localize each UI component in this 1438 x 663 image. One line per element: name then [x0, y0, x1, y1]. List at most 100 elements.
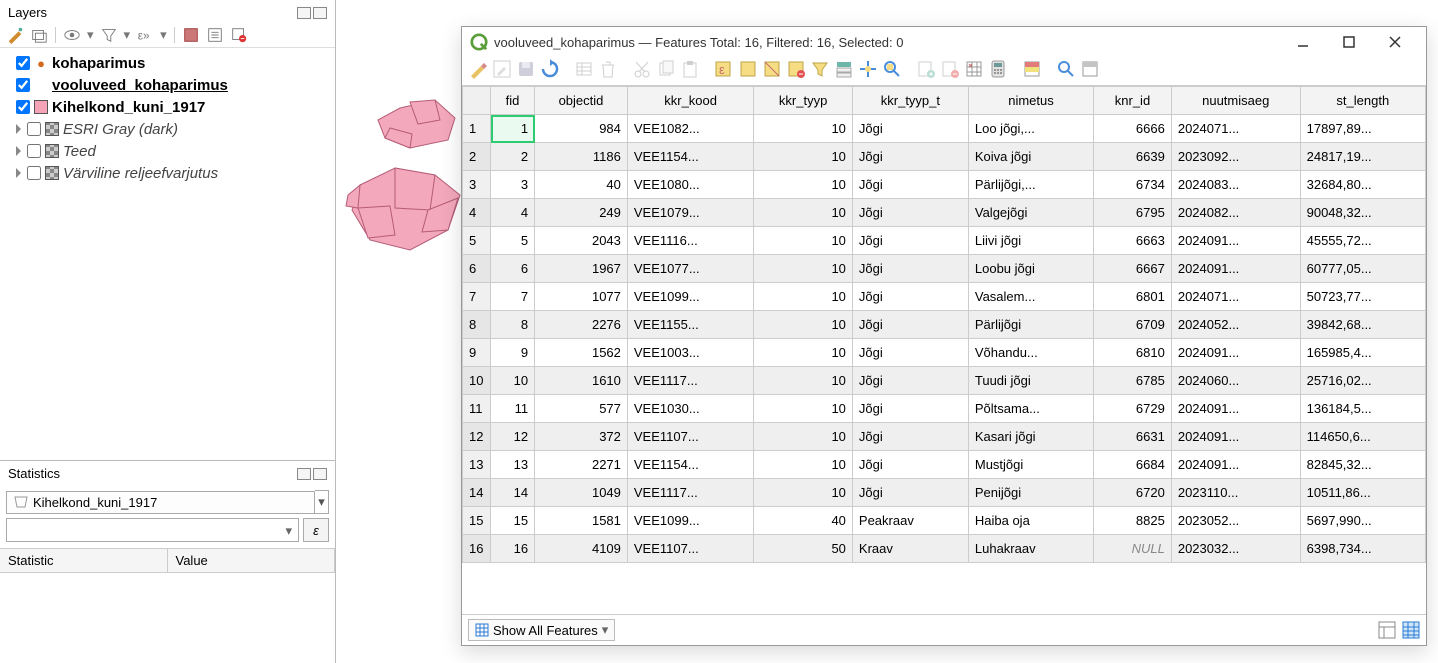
table-cell[interactable]: 40 [535, 171, 628, 199]
table-cell[interactable]: 4109 [535, 535, 628, 563]
table-cell[interactable]: 1610 [535, 367, 628, 395]
column-header[interactable]: knr_id [1094, 87, 1172, 115]
table-cell[interactable]: 1077 [535, 283, 628, 311]
table-cell[interactable]: Koiva jõgi [968, 143, 1093, 171]
table-row[interactable]: 552043VEE1116...10JõgiLiivi jõgi66632024… [463, 227, 1426, 255]
layer-visibility-checkbox[interactable] [16, 100, 30, 114]
table-cell[interactable]: Jõgi [852, 339, 968, 367]
table-cell[interactable]: 1562 [535, 339, 628, 367]
expand-arrow-icon[interactable] [16, 124, 21, 134]
table-cell[interactable]: 39842,68... [1300, 311, 1425, 339]
table-cell[interactable]: 6729 [1094, 395, 1172, 423]
table-cell[interactable]: Jõgi [852, 115, 968, 143]
layer-item[interactable]: vooluveed_kohaparimus [4, 74, 331, 96]
form-view-icon[interactable] [1378, 621, 1396, 639]
table-cell[interactable]: 2043 [535, 227, 628, 255]
table-cell[interactable]: 2024091... [1171, 395, 1300, 423]
table-cell[interactable]: 32684,80... [1300, 171, 1425, 199]
table-cell[interactable]: 6785 [1094, 367, 1172, 395]
table-row[interactable]: 11984VEE1082...10JõgiLoo jõgi,...6666202… [463, 115, 1426, 143]
layers-close-icon[interactable] [313, 7, 327, 19]
row-header[interactable]: 16 [463, 535, 491, 563]
table-cell[interactable]: 6667 [1094, 255, 1172, 283]
layers-dock-icon[interactable] [297, 7, 311, 19]
column-header[interactable]: fid [491, 87, 535, 115]
layer-item[interactable]: Teed [4, 140, 331, 162]
table-cell[interactable]: 6810 [1094, 339, 1172, 367]
table-cell[interactable]: VEE1082... [627, 115, 753, 143]
table-cell[interactable]: 2024091... [1171, 255, 1300, 283]
table-row[interactable]: 16164109VEE1107...50KraavLuhakraavNULL20… [463, 535, 1426, 563]
table-cell[interactable]: VEE1154... [627, 143, 753, 171]
move-selection-top-icon[interactable] [834, 59, 854, 79]
delete-field-icon[interactable] [940, 59, 960, 79]
layer-tree[interactable]: ●kohaparimusvooluveed_kohaparimusKihelko… [0, 48, 335, 460]
statistics-col-value[interactable]: Value [168, 549, 336, 572]
row-header[interactable]: 5 [463, 227, 491, 255]
table-cell[interactable]: Jõgi [852, 451, 968, 479]
window-close-button[interactable] [1372, 27, 1418, 57]
layer-item[interactable]: Kihelkond_kuni_1917 [4, 96, 331, 118]
row-header[interactable]: 9 [463, 339, 491, 367]
table-cell[interactable]: 8825 [1094, 507, 1172, 535]
table-cell[interactable]: 6398,734... [1300, 535, 1425, 563]
table-cell[interactable]: 10 [754, 115, 853, 143]
field-calculator-icon[interactable] [988, 59, 1008, 79]
table-cell[interactable]: VEE1080... [627, 171, 753, 199]
row-header[interactable]: 10 [463, 367, 491, 395]
map-canvas[interactable] [340, 90, 480, 310]
column-header[interactable]: kkr_tyyp [754, 87, 853, 115]
table-cell[interactable]: 82845,32... [1300, 451, 1425, 479]
layer-visibility-checkbox[interactable] [16, 78, 30, 92]
cut-icon[interactable] [632, 59, 652, 79]
table-cell[interactable]: 45555,72... [1300, 227, 1425, 255]
table-cell[interactable]: 24817,19... [1300, 143, 1425, 171]
table-cell[interactable]: 114650,6... [1300, 423, 1425, 451]
table-cell[interactable]: 8 [491, 311, 535, 339]
actions-icon[interactable] [1056, 59, 1076, 79]
table-cell[interactable]: 6734 [1094, 171, 1172, 199]
table-cell[interactable]: Haiba oja [968, 507, 1093, 535]
visibility-icon[interactable] [63, 26, 81, 44]
table-cell[interactable]: Jõgi [852, 171, 968, 199]
table-cell[interactable]: 10511,86... [1300, 479, 1425, 507]
multi-edit-icon[interactable] [492, 59, 512, 79]
table-cell[interactable]: 10 [754, 367, 853, 395]
expand-icon[interactable] [182, 26, 200, 44]
table-cell[interactable]: 5697,990... [1300, 507, 1425, 535]
table-row[interactable]: 44249VEE1079...10JõgiValgejõgi6795202408… [463, 199, 1426, 227]
layer-visibility-checkbox[interactable] [27, 122, 41, 136]
table-cell[interactable]: 6801 [1094, 283, 1172, 311]
table-cell[interactable]: VEE1107... [627, 423, 753, 451]
table-cell[interactable]: 90048,32... [1300, 199, 1425, 227]
column-header[interactable]: nuutmisaeg [1171, 87, 1300, 115]
table-cell[interactable]: 10 [754, 143, 853, 171]
row-header[interactable]: 1 [463, 115, 491, 143]
table-cell[interactable]: 249 [535, 199, 628, 227]
table-cell[interactable]: 6666 [1094, 115, 1172, 143]
collapse-icon[interactable] [206, 26, 224, 44]
table-cell[interactable]: Jõgi [852, 479, 968, 507]
table-cell[interactable]: VEE1099... [627, 507, 753, 535]
table-cell[interactable]: 7 [491, 283, 535, 311]
delete-feature-icon[interactable] [598, 59, 618, 79]
table-cell[interactable]: 10 [754, 199, 853, 227]
table-row[interactable]: 661967VEE1077...10JõgiLoobu jõgi66672024… [463, 255, 1426, 283]
table-cell[interactable]: 2024060... [1171, 367, 1300, 395]
row-header[interactable]: 7 [463, 283, 491, 311]
table-cell[interactable]: VEE1116... [627, 227, 753, 255]
row-header[interactable]: 12 [463, 423, 491, 451]
expand-arrow-icon[interactable] [16, 146, 21, 156]
table-cell[interactable]: Penijõgi [968, 479, 1093, 507]
layer-item[interactable]: ●kohaparimus [4, 52, 331, 74]
table-cell[interactable]: 2023092... [1171, 143, 1300, 171]
table-cell[interactable]: VEE1077... [627, 255, 753, 283]
table-cell[interactable]: 10 [754, 227, 853, 255]
table-cell[interactable]: 372 [535, 423, 628, 451]
row-header[interactable]: 3 [463, 171, 491, 199]
table-cell[interactable]: 15 [491, 507, 535, 535]
table-cell[interactable]: 2276 [535, 311, 628, 339]
layer-visibility-checkbox[interactable] [27, 166, 41, 180]
table-cell[interactable]: 2271 [535, 451, 628, 479]
table-cell[interactable]: 2024071... [1171, 115, 1300, 143]
